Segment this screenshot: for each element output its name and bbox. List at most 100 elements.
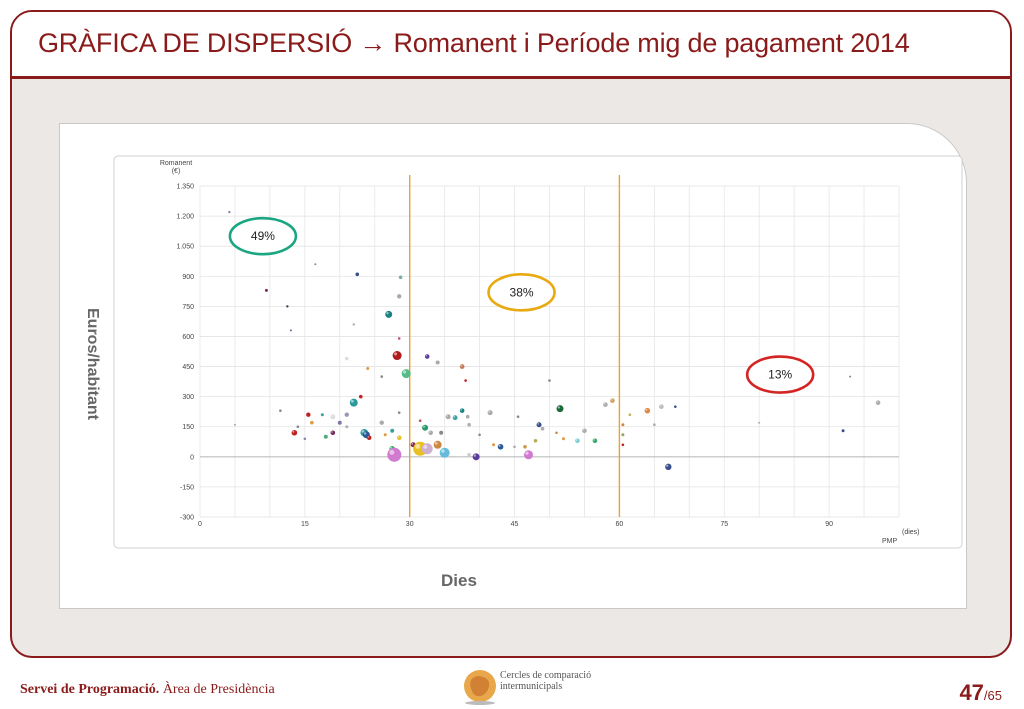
data-point-marker <box>392 351 402 361</box>
data-point <box>424 354 430 359</box>
data-point <box>387 447 402 462</box>
y-tick-label: 0 <box>190 454 194 461</box>
data-point-marker <box>467 453 471 457</box>
data-point <box>644 407 651 414</box>
data-point-marker <box>467 422 471 427</box>
x-tick-label: 15 <box>301 521 309 528</box>
x-tick-label: 60 <box>616 521 624 528</box>
data-point-marker <box>536 422 542 428</box>
data-point <box>330 430 336 436</box>
data-point-marker <box>385 310 393 318</box>
data-point <box>428 430 433 436</box>
data-point-marker <box>358 394 363 399</box>
x-tick-label: 45 <box>511 521 519 528</box>
data-point <box>621 443 625 447</box>
data-point <box>561 437 565 441</box>
data-point-marker <box>516 415 520 418</box>
data-point-marker <box>421 443 433 455</box>
data-point <box>758 421 761 424</box>
data-point <box>516 415 520 418</box>
data-point <box>445 414 451 420</box>
data-point-highlight <box>582 429 585 431</box>
data-point-highlight <box>498 444 501 447</box>
data-point-highlight <box>292 430 295 433</box>
data-point-marker <box>464 379 467 382</box>
footer-department: Servei de Programació. Àrea de Presidènc… <box>20 682 275 698</box>
data-point-highlight <box>423 444 428 449</box>
data-point-marker <box>621 433 625 437</box>
data-point-highlight <box>446 414 449 417</box>
data-point-highlight <box>363 432 367 435</box>
data-point-highlight <box>610 399 613 401</box>
data-point <box>536 422 542 428</box>
data-point-marker <box>380 375 384 378</box>
data-point-marker <box>548 379 551 382</box>
data-point <box>548 379 551 382</box>
data-point-highlight <box>575 439 578 441</box>
data-point-marker <box>659 404 664 409</box>
data-point-marker <box>582 428 587 434</box>
data-point-marker <box>428 430 433 436</box>
percentage-annotation: 38% <box>487 273 556 312</box>
data-point-marker <box>540 426 545 431</box>
data-point-marker <box>533 438 538 443</box>
data-point-marker <box>320 413 324 417</box>
y-axis-unit: (€) <box>172 168 181 175</box>
data-point-highlight <box>593 439 595 441</box>
data-point-marker <box>653 423 656 427</box>
data-point <box>621 433 625 437</box>
data-point-highlight <box>537 422 540 425</box>
x-tick-label: 30 <box>406 521 414 528</box>
data-point-highlight <box>603 403 606 405</box>
y-tick-label: 1.200 <box>176 214 194 221</box>
data-point <box>487 410 493 416</box>
data-point-marker <box>555 431 558 435</box>
data-point <box>540 426 545 431</box>
data-point-marker <box>306 412 311 417</box>
data-point-highlight <box>876 401 879 403</box>
data-point <box>659 404 664 409</box>
data-point <box>286 305 289 308</box>
data-point-highlight <box>666 464 669 467</box>
footer-department-bold: Servei de Programació. <box>20 682 160 697</box>
data-point-marker <box>452 415 458 421</box>
data-point-highlight <box>441 449 445 453</box>
data-point <box>418 419 422 423</box>
data-point <box>555 431 558 435</box>
data-point <box>492 443 496 447</box>
page-total: /65 <box>983 688 1002 703</box>
data-point-marker <box>286 305 289 308</box>
data-point-marker <box>355 272 360 277</box>
data-point-marker <box>397 411 401 414</box>
data-point-marker <box>330 430 336 436</box>
data-point-highlight <box>525 451 529 455</box>
y-tick-label: 300 <box>182 394 194 401</box>
data-point <box>472 453 480 461</box>
data-point <box>289 329 292 332</box>
data-point-highlight <box>331 431 333 433</box>
data-point <box>592 438 598 444</box>
data-point-marker <box>674 405 677 408</box>
data-point <box>497 443 504 450</box>
data-point-marker <box>644 407 651 414</box>
data-point-marker <box>291 429 298 436</box>
data-point-highlight <box>453 416 456 418</box>
data-point-marker <box>849 375 852 378</box>
annotation-label: 49% <box>251 229 275 243</box>
data-point <box>422 424 429 431</box>
data-point <box>401 369 411 379</box>
data-point-marker <box>330 414 336 420</box>
data-point-highlight <box>393 352 398 356</box>
data-point <box>323 434 328 439</box>
y-tick-label: 900 <box>182 274 194 281</box>
data-point-highlight <box>422 425 426 428</box>
data-point <box>459 408 465 413</box>
data-point-marker <box>397 294 402 299</box>
data-point-highlight <box>488 410 491 413</box>
data-point-marker <box>487 410 493 416</box>
chart-grid <box>199 185 900 518</box>
data-point-marker <box>478 433 481 437</box>
y-tick-label: 450 <box>182 364 194 371</box>
data-point-marker <box>459 364 465 369</box>
scatter-chart: -300-15001503004506007509001.0501.2001.3… <box>84 155 963 590</box>
